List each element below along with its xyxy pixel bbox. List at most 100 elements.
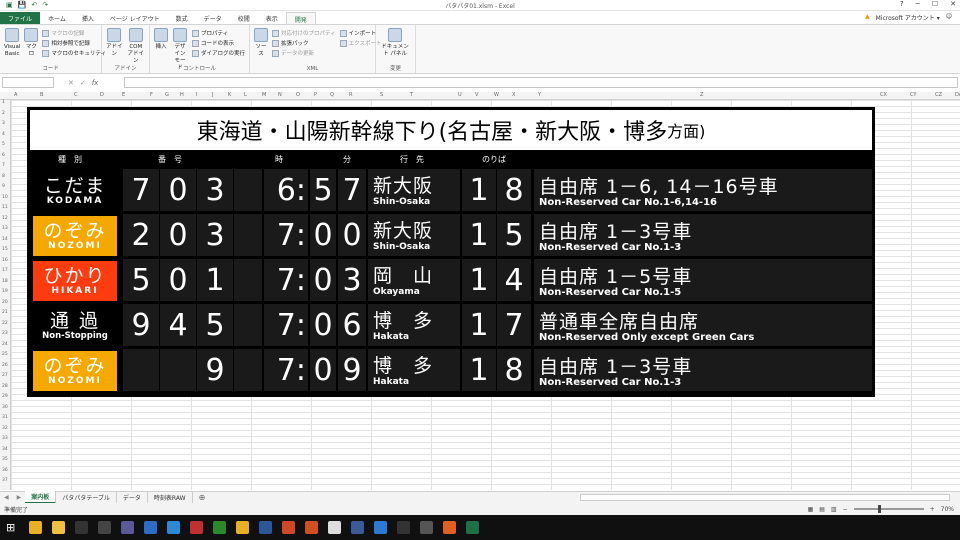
column-header[interactable]: J bbox=[212, 92, 213, 98]
film-icon[interactable] bbox=[98, 521, 111, 534]
app-icon[interactable] bbox=[190, 521, 203, 534]
tab-insert[interactable]: 挿入 bbox=[74, 12, 102, 24]
view-code-button[interactable]: コードの表示 bbox=[191, 39, 245, 47]
game-icon[interactable] bbox=[305, 521, 318, 534]
help-button[interactable]: ? bbox=[900, 0, 904, 8]
expansion-pack-button[interactable]: 拡張パック bbox=[272, 39, 336, 47]
column-header[interactable]: D bbox=[100, 92, 104, 98]
row-header[interactable]: 3 bbox=[2, 121, 5, 126]
row-header[interactable]: 22 bbox=[2, 321, 8, 326]
row-header[interactable]: 24 bbox=[2, 342, 8, 347]
row-header[interactable]: 5 bbox=[2, 142, 5, 147]
insert-function-icon[interactable]: fx bbox=[92, 79, 99, 87]
tab-data[interactable]: データ bbox=[196, 12, 230, 24]
column-header[interactable]: X bbox=[512, 92, 515, 98]
row-header[interactable]: 34 bbox=[2, 447, 8, 452]
row-header[interactable]: 29 bbox=[2, 394, 8, 399]
vscode-icon[interactable] bbox=[374, 521, 387, 534]
tab-file[interactable]: ファイル bbox=[0, 12, 41, 24]
chrome-icon[interactable] bbox=[29, 521, 42, 534]
column-header[interactable]: R bbox=[349, 92, 352, 98]
edge-icon[interactable] bbox=[144, 521, 157, 534]
column-header[interactable]: U bbox=[458, 92, 462, 98]
tab-developer[interactable]: 開発 bbox=[285, 12, 316, 24]
row-header[interactable]: 4 bbox=[2, 132, 5, 137]
row-header[interactable]: 30 bbox=[2, 405, 8, 410]
column-header[interactable]: CZ bbox=[935, 92, 942, 98]
row-header[interactable]: 37 bbox=[2, 478, 8, 483]
column-header[interactable]: I bbox=[196, 92, 197, 98]
row-header[interactable]: 12 bbox=[2, 216, 8, 221]
word-icon[interactable] bbox=[259, 521, 272, 534]
row-header[interactable]: 15 bbox=[2, 247, 8, 252]
row-header[interactable]: 19 bbox=[2, 289, 8, 294]
sheet-tab-data[interactable]: データ bbox=[117, 492, 148, 503]
sheet-tab-timetable-raw[interactable]: 時刻表RAW bbox=[148, 492, 193, 503]
column-header[interactable]: E bbox=[122, 92, 125, 98]
row-header[interactable]: 13 bbox=[2, 226, 8, 231]
row-header[interactable]: 31 bbox=[2, 415, 8, 420]
row-header[interactable]: 35 bbox=[2, 457, 8, 462]
page-break-view-icon[interactable]: ▥ bbox=[831, 506, 837, 513]
tab-view[interactable]: 表示 bbox=[258, 12, 286, 24]
zoom-out-icon[interactable]: − bbox=[843, 506, 848, 513]
column-header[interactable]: CX bbox=[880, 92, 887, 98]
horizontal-scrollbar[interactable] bbox=[580, 494, 950, 501]
row-header[interactable]: 1 bbox=[2, 100, 5, 105]
tab-page-layout[interactable]: ページ レイアウト bbox=[102, 12, 168, 24]
zoom-level[interactable]: 70% bbox=[941, 506, 954, 513]
obs-icon[interactable] bbox=[420, 521, 433, 534]
column-header[interactable]: V bbox=[475, 92, 478, 98]
row-header[interactable]: 21 bbox=[2, 310, 8, 315]
next-sheet-icon[interactable]: ▶ bbox=[13, 494, 26, 501]
photos-icon[interactable] bbox=[167, 521, 180, 534]
row-header[interactable]: 18 bbox=[2, 279, 8, 284]
row-header[interactable]: 36 bbox=[2, 468, 8, 473]
row-header[interactable]: 6 bbox=[2, 153, 5, 158]
column-header[interactable]: A bbox=[14, 92, 17, 98]
property-button[interactable]: プロパティ bbox=[191, 29, 245, 37]
row-header[interactable]: 27 bbox=[2, 373, 8, 378]
add-sheet-icon[interactable]: ⊕ bbox=[199, 493, 206, 502]
maximize-button[interactable]: ☐ bbox=[932, 0, 938, 8]
steam-icon[interactable] bbox=[397, 521, 410, 534]
name-box[interactable] bbox=[2, 77, 54, 88]
normal-view-icon[interactable]: ▦ bbox=[808, 506, 814, 513]
map-properties-button[interactable]: 対応付けのプロパティ bbox=[272, 29, 336, 37]
column-header[interactable]: S bbox=[380, 92, 383, 98]
column-header[interactable]: C bbox=[74, 92, 78, 98]
column-header[interactable]: M bbox=[262, 92, 266, 98]
prev-sheet-icon[interactable]: ◀ bbox=[0, 494, 13, 501]
zoom-slider[interactable] bbox=[853, 505, 924, 513]
row-header[interactable]: 32 bbox=[2, 426, 8, 431]
column-header[interactable]: B bbox=[40, 92, 43, 98]
column-header[interactable]: N bbox=[278, 92, 282, 98]
row-header[interactable]: 11 bbox=[2, 205, 8, 210]
tab-review[interactable]: 校閲 bbox=[230, 12, 258, 24]
column-header[interactable]: G bbox=[165, 92, 169, 98]
vm-icon[interactable] bbox=[351, 521, 364, 534]
relative-reference-button[interactable]: 相対参照で記録 bbox=[42, 39, 106, 47]
column-header[interactable]: W bbox=[494, 92, 499, 98]
row-header[interactable]: 7 bbox=[2, 163, 5, 168]
column-header[interactable]: L bbox=[244, 92, 247, 98]
row-header[interactable]: 2 bbox=[2, 111, 5, 116]
row-header[interactable]: 28 bbox=[2, 384, 8, 389]
windows-icon[interactable]: ⊞ bbox=[6, 521, 19, 534]
page-layout-view-icon[interactable]: ▤ bbox=[819, 506, 825, 513]
account-button[interactable]: Microsoft アカウント ▾ bbox=[876, 13, 940, 22]
tab-home[interactable]: ホーム bbox=[40, 12, 74, 24]
row-header[interactable]: 8 bbox=[2, 174, 5, 179]
zoom-slider-thumb[interactable] bbox=[877, 505, 881, 513]
column-header[interactable]: K bbox=[228, 92, 231, 98]
doc-icon[interactable] bbox=[328, 521, 341, 534]
column-header[interactable]: Y bbox=[538, 92, 541, 98]
row-header[interactable]: 33 bbox=[2, 436, 8, 441]
column-header[interactable]: Z bbox=[700, 92, 703, 98]
tab-formulas[interactable]: 数式 bbox=[168, 12, 196, 24]
record-macro-button[interactable]: マクロの記録 bbox=[42, 29, 106, 37]
row-header[interactable]: 26 bbox=[2, 363, 8, 368]
column-header[interactable]: O bbox=[296, 92, 300, 98]
refresh-data-button[interactable]: データの更新 bbox=[272, 49, 336, 57]
terminal-icon[interactable] bbox=[75, 521, 88, 534]
